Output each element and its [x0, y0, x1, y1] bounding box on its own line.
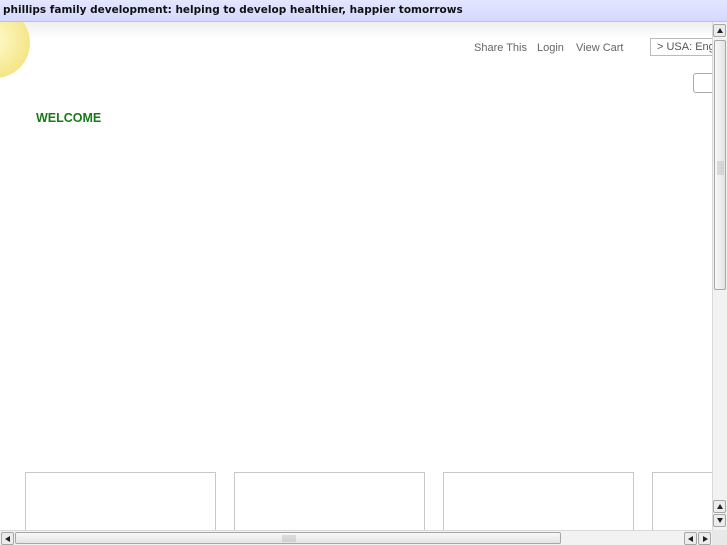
- content-panel-3: [443, 472, 634, 530]
- arrow-up-icon: [717, 504, 723, 509]
- horizontal-scrollbar[interactable]: [0, 530, 712, 545]
- sun-logo-icon[interactable]: [0, 22, 30, 78]
- vertical-scrollbar[interactable]: [712, 22, 727, 530]
- grip-icon: [717, 161, 724, 175]
- content-panel-4: [652, 472, 712, 530]
- arrow-right-icon: [703, 536, 708, 542]
- content-panel-1: [25, 472, 216, 530]
- scroll-right-button[interactable]: [698, 532, 711, 545]
- scroll-up-button-lower[interactable]: [713, 500, 726, 513]
- vertical-scroll-thumb[interactable]: [714, 40, 726, 290]
- view-cart-link[interactable]: View Cart: [576, 42, 623, 54]
- grip-icon: [282, 535, 296, 542]
- share-this-link[interactable]: Share This: [474, 42, 527, 54]
- search-input[interactable]: [693, 73, 712, 93]
- page-viewport: Share This Login View Cart > USA: Englis…: [0, 22, 712, 530]
- arrow-down-icon: [717, 518, 723, 523]
- title-bar: phillips family development: helping to …: [0, 0, 727, 22]
- scroll-left-button[interactable]: [1, 532, 14, 545]
- scroll-up-button[interactable]: [713, 24, 726, 37]
- arrow-left-icon: [688, 536, 693, 542]
- window-title: phillips family development: helping to …: [3, 4, 463, 16]
- header-band: [0, 22, 712, 38]
- horizontal-scroll-thumb[interactable]: [15, 532, 561, 544]
- arrow-up-icon: [717, 28, 723, 33]
- content-panel-2: [234, 472, 425, 530]
- scroll-left-button-right[interactable]: [684, 532, 697, 545]
- login-link[interactable]: Login: [537, 42, 564, 54]
- scroll-down-button[interactable]: [713, 514, 726, 527]
- region-select[interactable]: > USA: English: [650, 38, 712, 56]
- arrow-left-icon: [5, 536, 10, 542]
- scrollbar-corner: [712, 530, 727, 545]
- welcome-heading: WELCOME: [36, 111, 102, 125]
- browser-window: phillips family development: helping to …: [0, 0, 727, 545]
